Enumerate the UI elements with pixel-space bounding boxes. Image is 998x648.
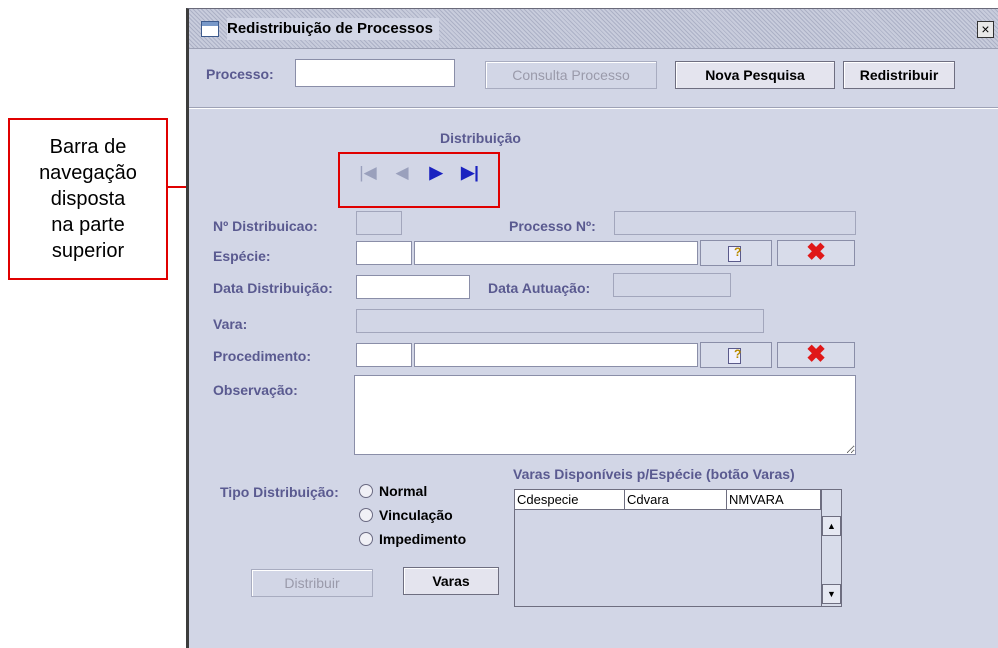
radio-vinculacao[interactable]: Vinculação [359, 506, 453, 524]
navigation-highlight-box [338, 152, 500, 208]
varas-panel-title: Varas Disponíveis p/Espécie (botão Varas… [513, 466, 795, 482]
especie-description-field[interactable] [414, 241, 698, 265]
red-x-icon: ✖ [805, 341, 827, 368]
processo-field[interactable] [295, 59, 455, 87]
vara-label: Vara: [213, 316, 248, 332]
toolbar-separator [189, 107, 998, 109]
varas-table[interactable]: Cdespecie Cdvara NMVARA ▲ ▼ [514, 489, 842, 607]
title-bar[interactable]: Redistribuição de Processos × [189, 9, 998, 49]
nova-pesquisa-button[interactable]: Nova Pesquisa [675, 61, 835, 89]
vertical-scrollbar[interactable]: ▲ ▼ [821, 490, 841, 606]
radio-vinculacao-label: Vinculação [379, 507, 453, 523]
processo-n-field[interactable] [614, 211, 856, 235]
column-header[interactable]: Cdespecie [515, 490, 625, 510]
application-window: Redistribuição de Processos × Processo: … [186, 8, 998, 648]
radio-impedimento[interactable]: Impedimento [359, 530, 466, 548]
n-distribuicao-field[interactable] [356, 211, 402, 235]
column-header[interactable]: Cdvara [625, 490, 727, 510]
tipo-distribuicao-label: Tipo Distribuição: [220, 484, 339, 500]
window-title: Redistribuição de Processos [227, 18, 439, 40]
radio-circle-icon [359, 484, 373, 498]
varas-button[interactable]: Varas [403, 567, 499, 595]
observacao-label: Observação: [213, 382, 298, 398]
procedimento-label: Procedimento: [213, 348, 312, 364]
observacao-field[interactable] [354, 375, 856, 455]
window-icon [201, 21, 219, 37]
data-autuacao-field[interactable] [613, 273, 731, 297]
especie-label: Espécie: [213, 248, 271, 264]
procedimento-lookup-button[interactable] [700, 342, 772, 368]
redistribuir-button[interactable]: Redistribuir [843, 61, 955, 89]
data-autuacao-label: Data Autuação: [488, 280, 591, 296]
scroll-up-icon[interactable]: ▲ [822, 516, 841, 536]
n-distribuicao-label: Nº Distribuicao: [213, 218, 318, 234]
radio-normal-label: Normal [379, 483, 428, 499]
help-lookup-icon [726, 346, 746, 364]
radio-circle-icon [359, 532, 373, 546]
varas-table-header: Cdespecie Cdvara NMVARA [515, 490, 821, 510]
help-lookup-icon [726, 244, 746, 262]
processo-n-label: Processo Nº: [509, 218, 596, 234]
processo-input[interactable] [296, 60, 454, 86]
red-x-icon: ✖ [805, 239, 827, 266]
radio-impedimento-label: Impedimento [379, 531, 467, 547]
radio-normal[interactable]: Normal [359, 482, 427, 500]
vara-field[interactable] [356, 309, 764, 333]
close-button[interactable]: × [977, 21, 994, 38]
annotation-callout: Barra de navegação disposta na parte sup… [8, 118, 168, 280]
procedimento-description-field[interactable] [414, 343, 698, 367]
column-header[interactable]: NMVARA [727, 490, 821, 510]
especie-code-field[interactable] [356, 241, 412, 265]
scroll-down-icon[interactable]: ▼ [822, 584, 841, 604]
procedimento-code-field[interactable] [356, 343, 412, 367]
radio-circle-icon [359, 508, 373, 522]
distribuir-button[interactable]: Distribuir [251, 569, 373, 597]
processo-label: Processo: [206, 66, 274, 82]
especie-lookup-button[interactable] [700, 240, 772, 266]
procedimento-clear-button[interactable]: ✖ [777, 342, 855, 368]
data-distribuicao-field[interactable] [356, 275, 470, 299]
data-distribuicao-label: Data Distribuição: [213, 280, 333, 296]
consulta-processo-button[interactable]: Consulta Processo [485, 61, 657, 89]
section-title: Distribuição [440, 130, 521, 146]
especie-clear-button[interactable]: ✖ [777, 240, 855, 266]
observacao-textarea[interactable] [355, 376, 855, 454]
